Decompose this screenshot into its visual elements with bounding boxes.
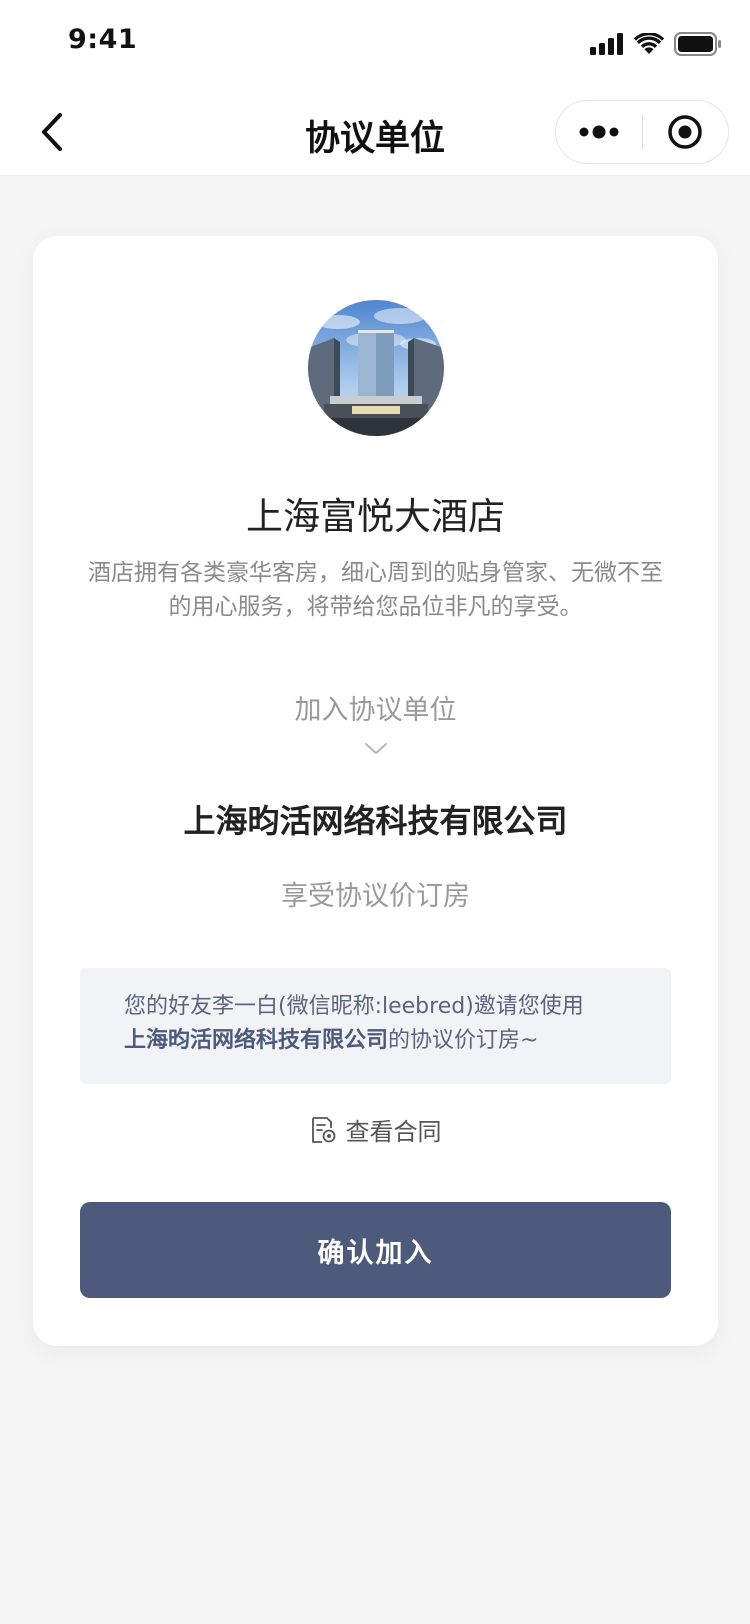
contract-document-icon <box>311 1116 335 1143</box>
hotel-photo <box>308 300 444 436</box>
mini-program-capsule <box>555 100 729 164</box>
wifi-icon <box>634 33 664 54</box>
join-label: 加入协议单位 <box>294 695 457 726</box>
company-name: 上海昀活网络科技有限公司 <box>183 802 568 840</box>
invite-text-prefix: 您的好友李一白(微信昵称:leebred)邀请您使用 <box>124 994 584 1019</box>
benefit-label: 享受协议价订房 <box>281 881 470 912</box>
more-button[interactable] <box>556 100 642 164</box>
status-bar: 9:41 <box>0 0 750 88</box>
invite-text-suffix: 的协议价订房~ <box>388 1028 539 1053</box>
target-close-icon <box>668 115 703 149</box>
hotel-name: 上海富悦大酒店 <box>246 495 505 538</box>
invite-message: 您的好友李一白(微信昵称:leebred)邀请您使用 上海昀活网络科技有限公司的… <box>80 968 671 1084</box>
hotel-description: 酒店拥有各类豪华客房，细心周到的贴身管家、无微不至的用心服务，将带给您品位非凡的… <box>88 560 663 620</box>
battery-icon <box>674 32 721 56</box>
view-contract-link[interactable]: 查看合同 <box>33 1112 718 1147</box>
hotel-avatar <box>308 300 444 436</box>
nav-bar: 协议单位 <box>0 88 750 176</box>
view-contract-label: 查看合同 <box>345 1118 442 1146</box>
more-dots-icon <box>579 125 619 139</box>
cellular-signal-icon <box>590 33 623 55</box>
status-icons <box>590 30 722 58</box>
invitation-card: 上海富悦大酒店 酒店拥有各类豪华客房，细心周到的贴身管家、无微不至的用心服务，将… <box>33 236 718 1346</box>
invite-company: 上海昀活网络科技有限公司 <box>124 1028 389 1053</box>
close-button[interactable] <box>643 100 728 164</box>
confirm-join-button[interactable]: 确认加入 <box>80 1202 671 1298</box>
status-time: 9:41 <box>68 24 138 55</box>
chevron-down-icon <box>365 743 387 754</box>
